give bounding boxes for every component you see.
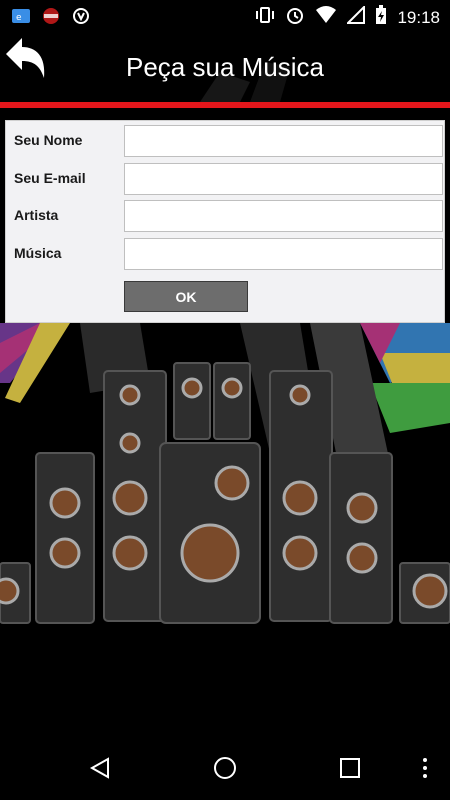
song-field[interactable]	[124, 238, 443, 270]
email-field[interactable]	[124, 163, 443, 195]
song-row: Música	[6, 236, 446, 270]
header-divider	[0, 102, 450, 108]
app-icon: e	[10, 6, 32, 26]
artist-label: Artista	[14, 207, 59, 223]
song-label: Música	[14, 245, 62, 261]
page-title: Peça sua Música	[126, 52, 324, 82]
alarm-icon	[285, 5, 305, 30]
radio-icon	[40, 6, 62, 26]
battery-icon	[375, 5, 387, 30]
more-button[interactable]	[405, 748, 445, 788]
nav-back-icon	[89, 757, 109, 779]
nav-recents-button[interactable]	[330, 748, 370, 788]
name-field[interactable]	[124, 125, 443, 157]
shield-icon	[70, 6, 92, 26]
wifi-icon	[315, 6, 337, 29]
system-nav-bar	[0, 730, 450, 800]
vibrate-icon	[255, 6, 275, 29]
status-time: 19:18	[397, 7, 440, 27]
more-icon	[423, 758, 427, 778]
artist-row: Artista	[6, 198, 446, 232]
status-bar: e 19:18	[0, 0, 450, 32]
nav-recents-icon	[340, 758, 360, 778]
email-row: Seu E-mail	[6, 161, 446, 195]
svg-text:e: e	[16, 13, 22, 23]
speakers-illustration	[0, 323, 450, 643]
app-header: Peça sua Música	[0, 32, 450, 102]
email-label: Seu E-mail	[14, 170, 86, 186]
nav-home-icon	[214, 757, 236, 779]
name-label: Seu Nome	[14, 132, 83, 148]
nav-home-button[interactable]	[205, 748, 245, 788]
nav-back-button[interactable]	[80, 748, 120, 788]
artist-field[interactable]	[124, 200, 443, 232]
ok-button[interactable]: OK	[124, 281, 248, 312]
name-row: Seu Nome	[6, 123, 446, 157]
request-form: Seu Nome Seu E-mail Artista Música OK	[5, 120, 445, 323]
signal-icon	[346, 4, 366, 29]
